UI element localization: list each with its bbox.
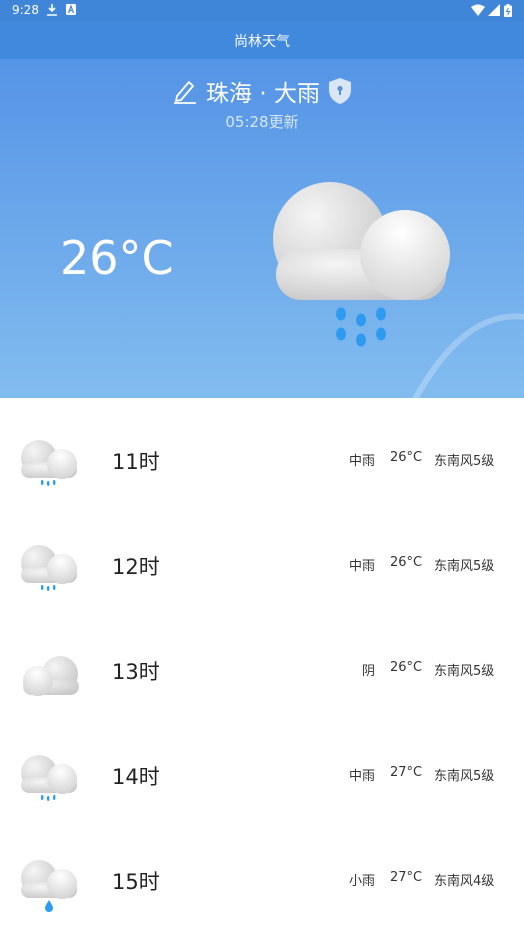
status-bar: 9:28 (0, 0, 524, 22)
hour-label: 11时 (112, 450, 160, 474)
condition-label: 中雨 (348, 769, 375, 784)
location-row: 珠海 · 大雨 (0, 74, 524, 108)
current-temperature: 26°C (60, 231, 174, 285)
moderate-rain-icon (21, 755, 77, 801)
condition-label: 中雨 (348, 454, 375, 469)
overcast-icon (23, 656, 79, 696)
hourly-row[interactable]: 14时 中雨 27°C 东南风5级 (0, 723, 524, 828)
shield-lock-icon[interactable] (328, 77, 352, 105)
wind-label: 东南风5级 (434, 559, 495, 574)
condition-label: 中雨 (348, 559, 375, 574)
condition-label: 阴 (361, 664, 375, 679)
wind-label: 东南风5级 (434, 769, 495, 784)
hour-temperature: 26°C (390, 660, 423, 675)
hour-label: 13时 (112, 660, 160, 684)
moderate-rain-icon (21, 440, 77, 486)
wifi-icon (471, 4, 485, 16)
hour-temperature: 27°C (390, 870, 423, 885)
notification-icon (66, 4, 76, 15)
battery-icon (504, 4, 512, 17)
hourly-row[interactable]: 15时 小雨 27°C 东南风4级 (0, 828, 524, 933)
hourly-row[interactable]: 13时 阴 26°C 东南风5级 (0, 618, 524, 723)
hourly-row[interactable]: 12时 中雨 26°C 东南风5级 (0, 513, 524, 618)
hour-temperature: 27°C (390, 765, 423, 780)
light-rain-icon (21, 860, 77, 912)
signal-icon (488, 4, 500, 16)
moderate-rain-icon (21, 545, 77, 591)
wind-label: 东南风5级 (434, 664, 495, 679)
wind-label: 东南风5级 (434, 454, 495, 469)
condition-label: 小雨 (348, 874, 375, 889)
edit-location-icon[interactable] (172, 78, 198, 104)
hour-temperature: 26°C (390, 450, 423, 465)
update-time: 05:28更新 (225, 113, 299, 131)
hour-label: 15时 (112, 870, 160, 894)
wind-label: 东南风4级 (434, 874, 495, 889)
location-label[interactable]: 珠海 · 大雨 (206, 74, 320, 108)
hourly-row[interactable]: 11时 中雨 26°C 东南风5级 (0, 408, 524, 513)
download-icon (47, 4, 57, 16)
app-title: 尚林天气 (234, 33, 290, 50)
app-title-bar: 尚林天气 (0, 22, 524, 59)
current-weather-panel: 珠海 · 大雨 05:28更新 26°C (0, 59, 524, 398)
heavy-rain-icon (273, 182, 450, 347)
hour-label: 12时 (112, 555, 160, 579)
hour-label: 14时 (112, 765, 160, 789)
hour-temperature: 26°C (390, 555, 423, 570)
status-time: 9:28 (12, 3, 39, 17)
